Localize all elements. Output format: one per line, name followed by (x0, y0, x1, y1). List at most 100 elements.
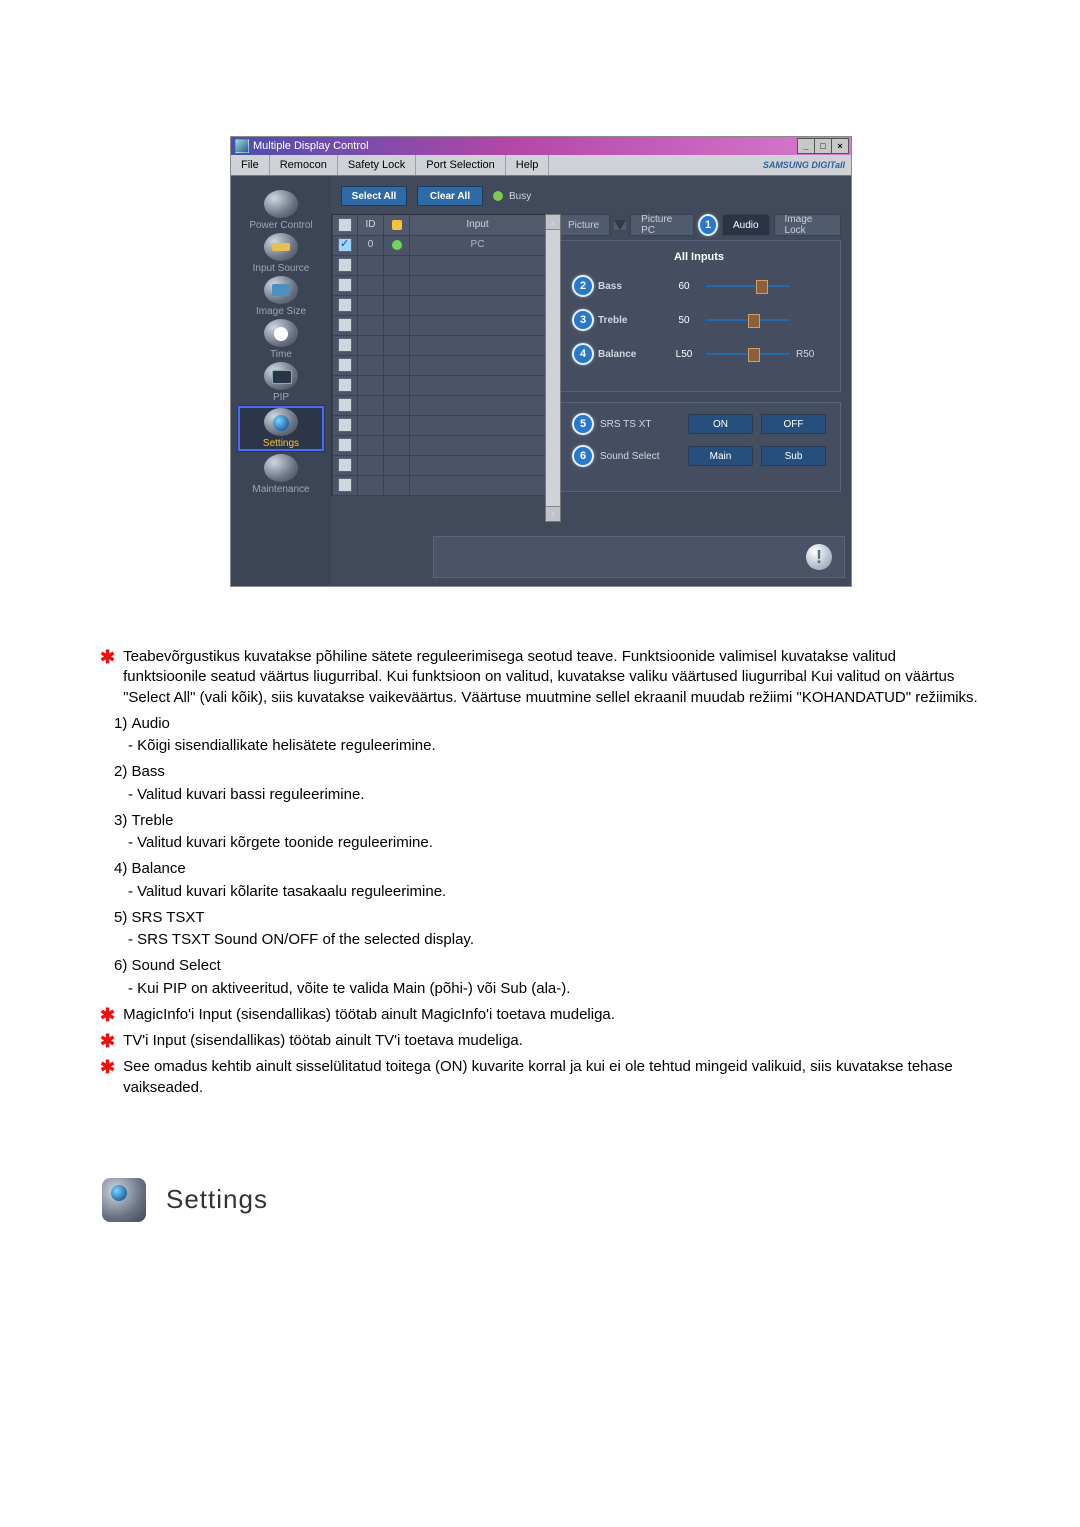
table-row[interactable] (332, 375, 546, 395)
item-title: Audio (132, 715, 170, 732)
table-row[interactable] (332, 455, 546, 475)
bass-slider[interactable] (706, 285, 790, 287)
table-row[interactable]: 0 PC (332, 235, 546, 255)
item-num: 2) (114, 763, 127, 780)
window-controls: _ □ × (798, 138, 849, 154)
tab-picture[interactable]: Picture (557, 214, 610, 236)
sound-main-button[interactable]: Main (688, 446, 753, 466)
settings-icon (264, 408, 298, 436)
sidebar-item-settings[interactable]: Settings (237, 405, 325, 452)
row-input: PC (410, 235, 546, 256)
menu-port-selection[interactable]: Port Selection (416, 155, 505, 175)
doc-paragraph-main: Teabevõrgustikus kuvatakse põhiline säte… (123, 647, 980, 708)
power-icon (264, 190, 298, 218)
fieldset-title: All Inputs (572, 251, 826, 263)
star-bullet-icon: ✱ (100, 1006, 115, 1026)
treble-value: 50 (668, 315, 700, 326)
row-checkbox[interactable] (338, 378, 352, 392)
row-checkbox[interactable] (338, 278, 352, 292)
col-status (384, 215, 410, 236)
balance-slider[interactable] (706, 353, 790, 355)
scroll-down-icon[interactable]: ▼ (546, 506, 560, 521)
row-checkbox[interactable] (338, 358, 352, 372)
menu-safety-lock[interactable]: Safety Lock (338, 155, 416, 175)
srs-label: SRS TS XT (600, 419, 680, 430)
sidebar-item-pip[interactable]: PIP (237, 362, 325, 403)
maximize-button[interactable]: □ (814, 138, 832, 154)
scrollbar[interactable]: ▲ ▼ (545, 214, 561, 522)
busy-dot-icon (493, 191, 503, 201)
table-row[interactable] (332, 415, 546, 435)
menubar: File Remocon Safety Lock Port Selection … (231, 155, 851, 176)
slider-thumb[interactable] (756, 280, 768, 294)
callout-marker-3: 3 (572, 309, 594, 331)
sidebar-item-power-control[interactable]: Power Control (237, 190, 325, 231)
doc-star-3: See omadus kehtib ainult sisselülitatud … (123, 1057, 980, 1098)
row-checkbox[interactable] (338, 458, 352, 472)
clear-all-button[interactable]: Clear All (417, 186, 483, 206)
item-desc: - Valitud kuvari kõlarite tasakaalu regu… (128, 882, 980, 902)
tab-image-lock[interactable]: Image Lock (774, 214, 841, 236)
sidebar-item-label: Input Source (253, 263, 310, 274)
window-title: Multiple Display Control (253, 140, 369, 152)
table-row[interactable] (332, 275, 546, 295)
status-strip: ! (433, 536, 845, 578)
row-checkbox[interactable] (338, 398, 352, 412)
sidebar-item-label: Settings (263, 438, 299, 449)
table-row[interactable] (332, 435, 546, 455)
row-checkbox[interactable] (338, 258, 352, 272)
row-checkbox[interactable] (338, 318, 352, 332)
table-row[interactable] (332, 475, 546, 495)
sidebar-item-time[interactable]: Time (237, 319, 325, 360)
audio-options-fieldset: 5 SRS TS XT ON OFF 6 Sound Select Main S (557, 402, 841, 492)
tab-audio[interactable]: Audio (722, 214, 770, 236)
callout-marker-4: 4 (572, 343, 594, 365)
select-all-button[interactable]: Select All (341, 186, 407, 206)
slider-thumb[interactable] (748, 348, 760, 362)
srs-on-button[interactable]: ON (688, 414, 753, 434)
callout-marker-6: 6 (572, 445, 594, 467)
row-checkbox[interactable] (338, 298, 352, 312)
callout-marker-1: 1 (698, 214, 718, 236)
row-checkbox[interactable] (338, 438, 352, 452)
minimize-button[interactable]: _ (797, 138, 815, 154)
srs-off-button[interactable]: OFF (761, 414, 826, 434)
row-checkbox[interactable] (338, 238, 352, 252)
balance-label: Balance (598, 349, 662, 360)
callout-marker-2: 2 (572, 275, 594, 297)
sidebar: Power Control Input Source Image Size Ti… (231, 176, 331, 586)
bass-slider-row: 2 Bass 60 (572, 275, 826, 297)
menu-help[interactable]: Help (506, 155, 550, 175)
sidebar-item-label: PIP (273, 392, 289, 403)
settings-section-icon (102, 1178, 146, 1222)
table-row[interactable] (332, 355, 546, 375)
col-checkbox (332, 215, 358, 236)
menu-file[interactable]: File (231, 155, 270, 175)
balance-left: L50 (668, 349, 700, 360)
table-row[interactable] (332, 395, 546, 415)
menu-remocon[interactable]: Remocon (270, 155, 338, 175)
sidebar-item-label: Time (270, 349, 292, 360)
row-checkbox[interactable] (338, 418, 352, 432)
tab-picture-pc[interactable]: Picture PC (630, 214, 694, 236)
item-desc: - Kõigi sisendiallikate helisätete regul… (128, 736, 980, 756)
sidebar-item-maintenance[interactable]: Maintenance (237, 454, 325, 495)
row-checkbox[interactable] (338, 338, 352, 352)
row-checkbox[interactable] (338, 478, 352, 492)
treble-slider[interactable] (706, 319, 790, 321)
alert-icon: ! (806, 544, 832, 570)
scroll-up-icon[interactable]: ▲ (546, 215, 560, 230)
sidebar-item-input-source[interactable]: Input Source (237, 233, 325, 274)
row-id: 0 (358, 235, 384, 256)
table-row[interactable] (332, 255, 546, 275)
col-input: Input (410, 215, 546, 236)
table-row[interactable] (332, 315, 546, 335)
treble-slider-row: 3 Treble 50 (572, 309, 826, 331)
close-button[interactable]: × (831, 138, 849, 154)
sidebar-item-image-size[interactable]: Image Size (237, 276, 325, 317)
table-row[interactable] (332, 335, 546, 355)
item-desc: - Kui PIP on aktiveeritud, võite te vali… (128, 979, 980, 999)
slider-thumb[interactable] (748, 314, 760, 328)
sound-sub-button[interactable]: Sub (761, 446, 826, 466)
table-row[interactable] (332, 295, 546, 315)
